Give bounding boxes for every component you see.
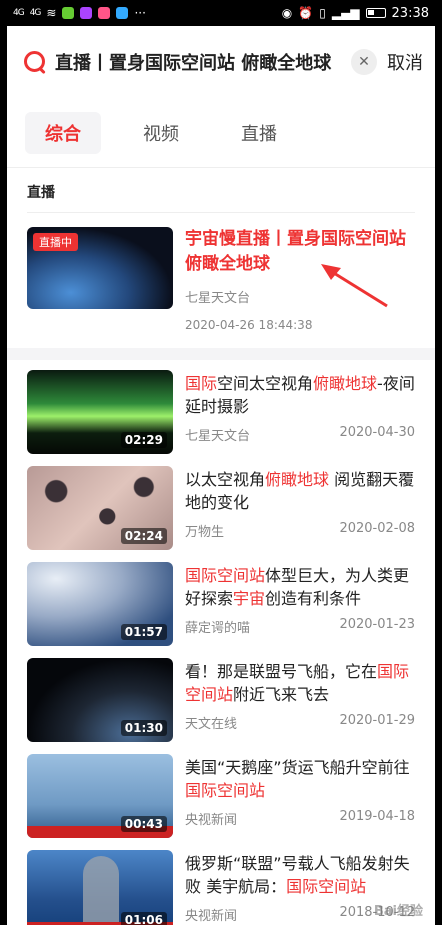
duration-label: 02:24 bbox=[120, 528, 167, 544]
result-date: 2020-01-29 bbox=[339, 713, 415, 728]
highlighted-keyword: 俯瞰地球 bbox=[265, 470, 330, 489]
duration-label: 01:57 bbox=[120, 624, 167, 640]
result-body: 国际空间太空视角俯瞰地球-夜间延时摄影七星天文台 2020-04-30 bbox=[185, 370, 415, 446]
tab-video[interactable]: 视频 bbox=[123, 112, 199, 154]
result-body: 美国“天鹅座”货运飞船升空前往国际空间站央视新闻 2019-04-18 bbox=[185, 754, 415, 830]
cancel-button[interactable]: 取消 bbox=[387, 49, 423, 75]
watermark: Bai经验 bbox=[373, 904, 423, 919]
search-header: 直播丨置身国际空间站 俯瞰全地球 ✕ 取消 bbox=[7, 26, 435, 98]
result-body: 国际空间站体型巨大，为人类更好探索宇宙创造有利条件薛定谔的喵 2020-01-23 bbox=[185, 562, 415, 638]
title-text: 看！那是联盟号飞船，它在 bbox=[185, 662, 378, 681]
app-icon-2 bbox=[80, 7, 93, 19]
highlighted-keyword: 国际 bbox=[185, 374, 218, 393]
highlighted-keyword: 国际空间站 bbox=[185, 566, 266, 585]
result-thumbnail[interactable]: 01:30 bbox=[27, 658, 173, 742]
signal-indicator-2: 4G bbox=[29, 8, 42, 18]
clock: 23:38 bbox=[391, 5, 429, 21]
signal-indicator-1: 4G bbox=[13, 8, 25, 18]
result-title[interactable]: 国际空间站体型巨大，为人类更好探索宇宙创造有利条件 bbox=[185, 564, 415, 610]
tab-live[interactable]: 直播 bbox=[221, 112, 297, 154]
eye-icon: ◉ bbox=[281, 6, 293, 20]
signal-bars-icon: ▂▄▆ bbox=[331, 6, 360, 20]
result-thumbnail[interactable]: 01:06 bbox=[27, 850, 173, 925]
search-icon[interactable] bbox=[21, 48, 49, 76]
annotation-arrow-icon bbox=[321, 264, 388, 308]
status-right: ◉ ⏰ ▯ ▂▄▆ 23:38 bbox=[282, 6, 429, 21]
live-section: 直播 直播中 宇宙慢直播丨置身国际空间站 俯瞰全地球 七星天文台 2020-04… bbox=[7, 168, 435, 348]
status-left: 4G 4G ≋ ··· bbox=[13, 6, 146, 20]
result-author: 薛定谔的喵 bbox=[185, 621, 251, 636]
duration-label: 01:30 bbox=[120, 720, 167, 736]
result-title[interactable]: 俄罗斯“联盟”号载人飞船发射失败 美宇航局：国际空间站 bbox=[185, 852, 415, 898]
title-text: 美国“天鹅座”货运飞船升空前往 bbox=[185, 758, 410, 777]
live-badge: 直播中 bbox=[33, 233, 78, 251]
result-author: 万物生 bbox=[185, 525, 225, 540]
tab-bar: 综合 视频 直播 bbox=[7, 98, 435, 168]
result-item[interactable]: 01:57 国际空间站体型巨大，为人类更好探索宇宙创造有利条件薛定谔的喵 2020-… bbox=[27, 552, 415, 648]
result-date: 2019-04-18 bbox=[339, 809, 415, 824]
highlighted-keyword: 国际空间站 bbox=[286, 877, 367, 896]
result-body: 看！那是联盟号飞船，它在国际空间站附近飞来飞去天文在线 2020-01-29 bbox=[185, 658, 415, 734]
result-item[interactable]: 01:30 看！那是联盟号飞船，它在国际空间站附近飞来飞去天文在线 2020-01-… bbox=[27, 648, 415, 744]
status-bar: 4G 4G ≋ ··· ◉ ⏰ ▯ ▂▄▆ 23:38 bbox=[7, 0, 435, 26]
title-text: 附近飞来飞去 bbox=[233, 685, 330, 704]
result-thumbnail[interactable]: 02:29 bbox=[27, 370, 173, 454]
result-date: 2020-01-23 bbox=[339, 617, 415, 632]
result-thumbnail[interactable]: 01:57 bbox=[27, 562, 173, 646]
result-author: 七星天文台 bbox=[185, 429, 251, 444]
title-text: 以太空视角 bbox=[185, 470, 266, 489]
result-meta: 天文在线 2020-01-29 bbox=[185, 713, 415, 732]
result-date: 2020-02-08 bbox=[339, 521, 415, 536]
live-thumbnail[interactable]: 直播中 bbox=[27, 227, 173, 309]
highlighted-keyword: 国际空间站 bbox=[185, 781, 266, 800]
result-item[interactable]: 02:29 国际空间太空视角俯瞰地球-夜间延时摄影七星天文台 2020-04-30 bbox=[27, 360, 415, 456]
result-meta: 七星天文台 2020-04-30 bbox=[185, 425, 415, 444]
result-body: 以太空视角俯瞰地球 阅览翻天覆地的变化万物生 2020-02-08 bbox=[185, 466, 415, 542]
battery-icon bbox=[365, 8, 386, 18]
alarm-icon: ⏰ bbox=[298, 6, 314, 20]
result-thumbnail[interactable]: 02:24 bbox=[27, 466, 173, 550]
result-item[interactable]: 01:06 俄罗斯“联盟”号载人飞船发射失败 美宇航局：国际空间站 央视新闻 2018… bbox=[27, 840, 415, 925]
app-icon-4 bbox=[116, 7, 129, 19]
more-icon: ··· bbox=[134, 6, 146, 20]
title-text: 创造有利条件 bbox=[265, 589, 362, 608]
result-title[interactable]: 以太空视角俯瞰地球 阅览翻天覆地的变化 bbox=[185, 468, 415, 514]
clear-icon[interactable]: ✕ bbox=[351, 49, 377, 75]
title-text: 空间太空视角 bbox=[217, 374, 314, 393]
duration-label: 01:06 bbox=[120, 912, 167, 925]
vibrate-icon: ▯ bbox=[319, 6, 326, 20]
tab-all[interactable]: 综合 bbox=[25, 111, 101, 154]
result-item[interactable]: 00:43 美国“天鹅座”货运飞船升空前往国际空间站央视新闻 2019-04-18 bbox=[27, 744, 415, 840]
result-meta: 万物生 2020-02-08 bbox=[185, 521, 415, 540]
result-author: 央视新闻 bbox=[185, 909, 238, 924]
highlighted-keyword: 俯瞰地球 bbox=[313, 374, 378, 393]
app-icon-1 bbox=[62, 7, 75, 19]
result-title[interactable]: 国际空间太空视角俯瞰地球-夜间延时摄影 bbox=[185, 372, 415, 418]
app-frame: 4G 4G ≋ ··· ◉ ⏰ ▯ ▂▄▆ 23:38 直播丨置身国际空间站 俯… bbox=[7, 0, 435, 925]
result-meta: 央视新闻 2019-04-18 bbox=[185, 809, 415, 828]
blurred-person bbox=[83, 856, 119, 925]
duration-label: 00:43 bbox=[120, 816, 167, 832]
result-title[interactable]: 美国“天鹅座”货运飞船升空前往国际空间站 bbox=[185, 756, 415, 802]
result-thumbnail[interactable]: 00:43 bbox=[27, 754, 173, 838]
search-input[interactable]: 直播丨置身国际空间站 俯瞰全地球 bbox=[55, 49, 345, 75]
results-list: 02:29 国际空间太空视角俯瞰地球-夜间延时摄影 七星天文台 2020-04-30 0… bbox=[7, 360, 435, 925]
result-date: 2020-04-30 bbox=[339, 425, 415, 440]
wifi-icon: ≋ bbox=[46, 6, 57, 20]
live-section-title: 直播 bbox=[27, 168, 415, 213]
highlighted-keyword: 宇宙 bbox=[233, 589, 266, 608]
result-author: 央视新闻 bbox=[185, 813, 238, 828]
app-icon-3 bbox=[98, 7, 111, 19]
live-datetime: 2020-04-26 18:44:38 bbox=[185, 318, 313, 332]
result-title[interactable]: 看！那是联盟号飞船，它在国际空间站附近飞来飞去 bbox=[185, 660, 415, 706]
result-item[interactable]: 02:24 以太空视角俯瞰地球 阅览翻天覆地的变化万物生 2020-02-08 bbox=[27, 456, 415, 552]
result-meta: 薛定谔的喵 2020-01-23 bbox=[185, 617, 415, 636]
result-author: 天文在线 bbox=[185, 717, 238, 732]
duration-label: 02:29 bbox=[120, 432, 167, 448]
